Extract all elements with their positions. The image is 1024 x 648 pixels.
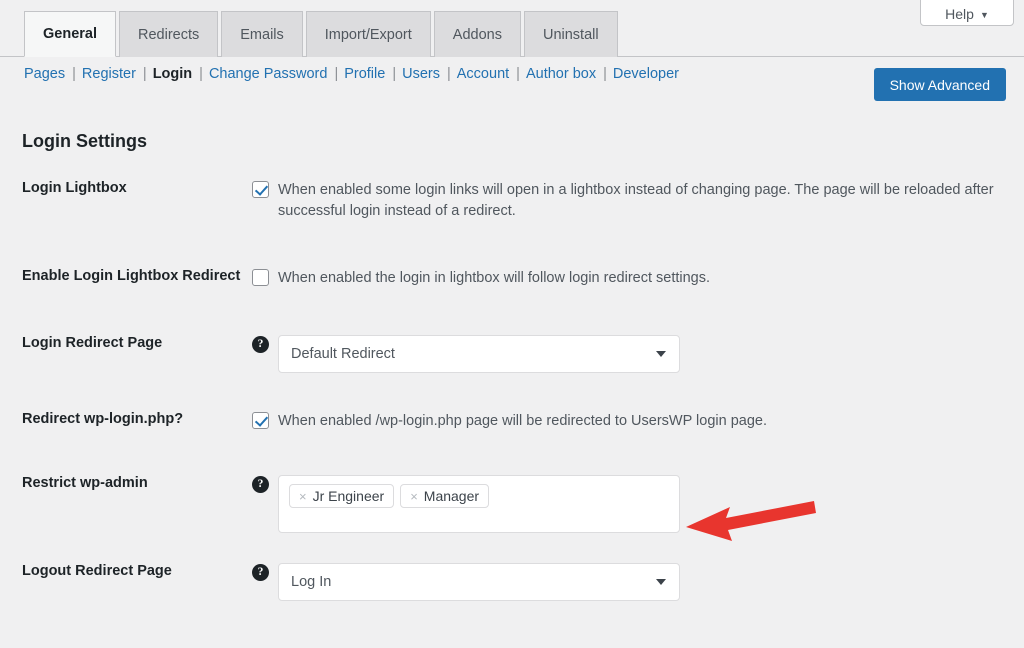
subnav-separator: | [142,66,147,82]
row-label-redirect-wp-login: Redirect wp-login.php? [22,411,184,428]
field-restrict-wp-admin: × Jr Engineer × Manager [278,475,1024,534]
tab-emails[interactable]: Emails [221,11,303,57]
tab-import-export[interactable]: Import/Export [305,11,431,57]
login-redirect-page-select[interactable]: Default Redirect [278,335,680,374]
field-redirect-wp-login: When enabled /wp-login.php page will be … [252,411,1024,432]
subnav-item-pages[interactable]: Pages [22,66,67,82]
subnav-separator: | [603,66,607,82]
enable-login-lightbox-redirect-description: When enabled the login in lightbox will … [278,270,711,287]
redirect-wp-login-checkbox[interactable] [252,412,269,430]
row-login-redirect-page: Login Redirect Page ? Default Redirect [0,335,1024,374]
subnav-separator: | [199,66,203,82]
row-redirect-wp-login: Redirect wp-login.php? When enabled /wp-… [0,411,1024,432]
restrict-wp-admin-tag-input[interactable]: × Jr Engineer × Manager [278,475,680,534]
remove-tag-icon[interactable]: × [410,490,418,503]
row-logout-redirect-page: Logout Redirect Page ? Log In [0,563,1024,602]
tab-addons[interactable]: Addons [433,11,521,57]
logout-redirect-page-select[interactable]: Log In [278,563,680,602]
subnav-item-register[interactable]: Register [80,66,138,82]
logout-redirect-page-value: Log In [291,574,332,591]
row-label-enable-login-lightbox-redirect: Enable Login Lightbox Redirect [22,268,241,285]
login-lightbox-checkbox[interactable] [252,181,269,198]
tab-redirects[interactable]: Redirects [119,11,219,57]
subnav-item-change-password[interactable]: Change Password [207,66,330,82]
subnav: Pages | Register | Login | Change Passwo… [22,66,681,82]
show-advanced-button[interactable]: Show Advanced [873,68,1006,101]
tab-uninstall[interactable]: Uninstall [523,11,618,57]
page-title: Login Settings [22,131,147,151]
help-button[interactable]: Help ▼ [920,0,1014,26]
question-mark-icon: ? [252,564,269,582]
help-icon-restrict-wp-admin[interactable]: ? [252,475,278,533]
row-label-restrict-wp-admin: Restrict wp-admin [22,475,148,492]
field-enable-login-lightbox-redirect: When enabled the login in lightbox will … [252,268,1024,289]
remove-tag-icon[interactable]: × [299,490,307,503]
question-mark-icon: ? [252,476,269,494]
help-icon-login-redirect-page[interactable]: ? [252,335,278,373]
login-lightbox-description: When enabled some login links will open … [278,182,994,220]
help-icon-logout-redirect-page[interactable]: ? [252,563,278,601]
subnav-separator: | [334,66,339,82]
subnav-separator: | [392,66,397,82]
subnav-item-author-box[interactable]: Author box [524,66,598,82]
tab-general[interactable]: General [24,11,116,57]
subnav-separator: | [516,66,520,82]
field-login-redirect-page: Default Redirect [278,335,1024,374]
chevron-down-icon [656,579,666,586]
tag-label: Jr Engineer [312,488,385,505]
row-label-login-lightbox: Login Lightbox [22,180,127,196]
tab-strip: General Redirects Emails Import/Export A… [0,0,1024,57]
login-redirect-page-value: Default Redirect [291,346,395,363]
subnav-item-profile[interactable]: Profile [342,66,387,82]
question-mark-icon: ? [252,336,269,354]
field-logout-redirect-page: Log In [278,563,1024,602]
row-label-login-redirect-page: Login Redirect Page [22,335,163,352]
subnav-item-account[interactable]: Account [455,66,511,82]
subnav-item-login[interactable]: Login [151,66,194,82]
tag-chip[interactable]: × Manager [400,484,490,509]
row-login-lightbox: Login Lightbox When enabled some login l… [0,180,1024,222]
chevron-down-icon [656,351,666,358]
subnav-separator: | [72,66,76,82]
redirect-wp-login-description: When enabled /wp-login.php page will be … [278,413,767,430]
row-enable-login-lightbox-redirect: Enable Login Lightbox Redirect When enab… [0,268,1024,289]
subnav-separator: | [446,66,451,82]
row-restrict-wp-admin: Restrict wp-admin ? × Jr Engineer × Mana… [0,475,1024,534]
row-label-logout-redirect-page: Logout Redirect Page [22,563,172,580]
help-button-label: Help [945,6,974,22]
settings-form: Login Lightbox When enabled some login l… [0,180,1024,602]
settings-page: Help ▼ General Redirects Emails Import/E… [0,0,1024,648]
subnav-item-users[interactable]: Users [400,66,442,82]
tag-label: Manager [423,488,480,505]
enable-login-lightbox-redirect-checkbox[interactable] [252,269,269,287]
tag-chip[interactable]: × Jr Engineer [289,484,395,509]
subnav-item-developer[interactable]: Developer [611,66,681,82]
field-login-lightbox: When enabled some login links will open … [252,180,1024,222]
chevron-down-icon: ▼ [979,10,989,20]
